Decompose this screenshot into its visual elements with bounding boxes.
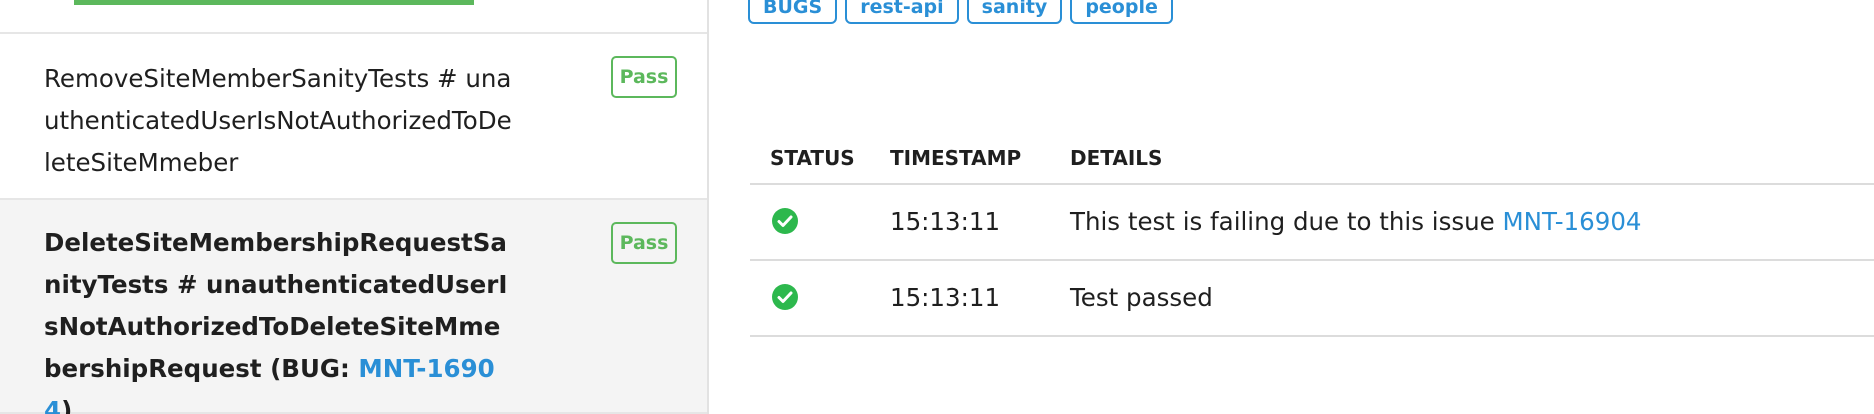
- test-log-table: STATUS TIMESTAMP DETAILS 15:13:11 This t…: [750, 130, 1874, 337]
- header-timestamp: TIMESTAMP: [890, 146, 1022, 170]
- bug-suffix: ): [61, 396, 73, 414]
- header-details: DETAILS: [1070, 146, 1163, 170]
- check-circle-icon: [772, 284, 798, 310]
- table-row: 15:13:11 Test passed: [750, 261, 1874, 337]
- tag-rest-api[interactable]: rest-api: [845, 0, 959, 24]
- check-circle-icon: [772, 208, 798, 234]
- progress-fill: [74, 0, 474, 5]
- table-header: STATUS TIMESTAMP DETAILS: [750, 130, 1874, 185]
- test-name: DeleteSiteMembershipRequestSanityTests #…: [44, 222, 512, 414]
- log-timestamp: 15:13:11: [890, 283, 1001, 312]
- status-badge-pass: Pass: [611, 222, 677, 264]
- tag-people[interactable]: people: [1070, 0, 1173, 24]
- report-view: RemoveSiteMemberSanityTests # unauthenti…: [0, 0, 1874, 414]
- tag-bugs[interactable]: BUGS: [748, 0, 838, 24]
- log-details-text: This test is failing due to this issue: [1070, 207, 1503, 236]
- header-status: STATUS: [770, 146, 855, 170]
- log-details: This test is failing due to this issue M…: [1070, 207, 1642, 236]
- table-row: 15:13:11 This test is failing due to thi…: [750, 185, 1874, 261]
- test-list-item[interactable]: RemoveSiteMemberSanityTests # unauthenti…: [0, 32, 707, 200]
- test-list-item-selected[interactable]: DeleteSiteMembershipRequestSanityTests #…: [0, 200, 707, 414]
- status-badge-pass: Pass: [611, 56, 677, 98]
- test-name: RemoveSiteMemberSanityTests # unauthenti…: [44, 64, 512, 177]
- log-timestamp: 15:13:11: [890, 207, 1001, 236]
- log-details: Test passed: [1070, 283, 1213, 312]
- issue-link[interactable]: MNT-16904: [1503, 207, 1642, 236]
- bug-prefix: (BUG:: [261, 354, 359, 383]
- tag-sanity[interactable]: sanity: [966, 0, 1063, 24]
- test-list-panel: RemoveSiteMemberSanityTests # unauthenti…: [0, 0, 709, 414]
- progress-bar: [74, 0, 474, 5]
- tag-list: BUGS rest-api sanity people: [748, 0, 1173, 24]
